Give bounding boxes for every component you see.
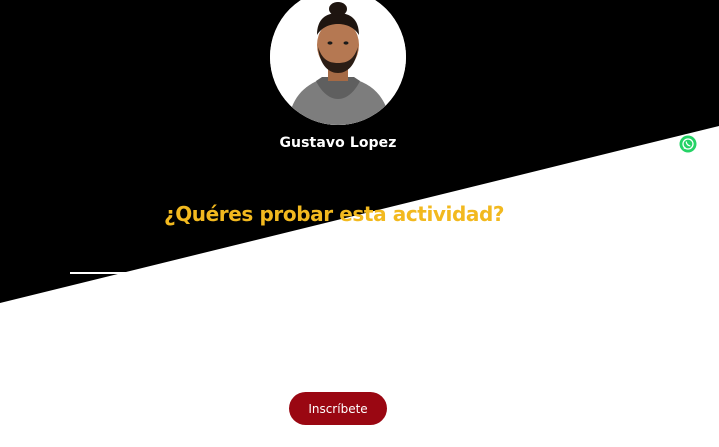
whatsapp-icon — [679, 135, 697, 153]
coach-name: Gustavo Lopez — [279, 135, 397, 151]
signup-button[interactable]: Inscríbete — [289, 392, 387, 425]
divider-line — [70, 272, 132, 274]
page: Gustavo Lopez ¿Quéres probar esta activi… — [0, 0, 719, 447]
whatsapp-button[interactable] — [678, 134, 698, 154]
cta-heading: ¿Quéres probar esta actividad? — [164, 202, 505, 226]
